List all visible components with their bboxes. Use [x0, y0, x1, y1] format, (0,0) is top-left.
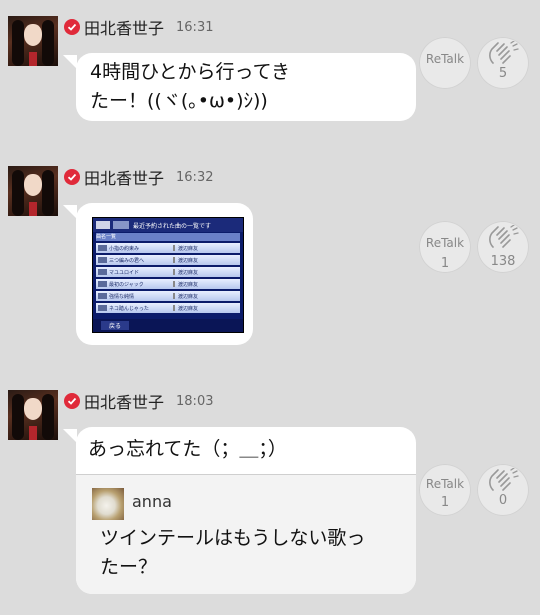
- image-list-header: 曲名一覧: [96, 233, 240, 241]
- list-item: 三つ編みの君へ 渡辺麻友: [96, 255, 240, 265]
- check-badge-icon: [64, 393, 80, 409]
- attached-image[interactable]: 最近予約された曲の一覧です 曲名一覧 小指の約束み 渡辺麻友 三つ編みの君へ 渡辺麻…: [92, 217, 244, 333]
- list-item: 小指の約束み 渡辺麻友: [96, 243, 240, 253]
- check-badge-icon: [64, 19, 80, 35]
- clap-button[interactable]: 0: [477, 464, 529, 516]
- clap-hands-icon: [489, 468, 519, 491]
- timestamp: 16:32: [176, 169, 214, 185]
- image-title-bar: 最近予約された曲の一覧です: [93, 218, 243, 232]
- quote-avatar[interactable]: [92, 488, 124, 520]
- author-name[interactable]: 田北香世子: [84, 389, 164, 413]
- clap-button[interactable]: 138: [477, 221, 529, 273]
- image-bubble[interactable]: 最近予約された曲の一覧です 曲名一覧 小指の約束み 渡辺麻友 三つ編みの君へ 渡辺麻…: [63, 203, 253, 345]
- quote-line: ツインテールはもうしない歌っ: [100, 527, 366, 549]
- quoted-post[interactable]: anna ツインテールはもうしない歌っ たー？: [76, 474, 416, 594]
- message-bubble[interactable]: あっ忘れてた（；＿；） anna ツインテールはもうしない歌っ たー？: [63, 427, 416, 594]
- author-name[interactable]: 田北香世子: [84, 15, 164, 39]
- clap-count: 5: [498, 66, 508, 81]
- retalk-label: ReTalk: [425, 52, 465, 66]
- post-header: 田北香世子 18:03: [64, 390, 213, 412]
- message-text: 4時間ひとから行ってき たー！((ヾ(｡•ω•)ｼ)): [90, 58, 290, 116]
- clap-hands-icon: [489, 225, 519, 248]
- retalk-count: 1: [440, 495, 450, 510]
- image-back-label: 戻る: [101, 321, 129, 330]
- retalk-button[interactable]: ReTalk 1: [419, 221, 471, 273]
- clap-count: 138: [490, 254, 516, 269]
- image-footer: 戻る: [93, 319, 243, 332]
- avatar[interactable]: [8, 390, 58, 440]
- retalk-button[interactable]: ReTalk 1: [419, 464, 471, 516]
- message-line: たー！((ヾ(｡•ω•)ｼ)): [90, 90, 268, 112]
- clap-hands-icon: [489, 41, 519, 64]
- quote-text: ツインテールはもうしない歌っ たー？: [100, 524, 400, 582]
- avatar[interactable]: [8, 16, 58, 66]
- list-item: ネコ踏んじゃった 渡辺麻友: [96, 303, 240, 313]
- image-title: 最近予約された曲の一覧です: [133, 222, 212, 230]
- quote-line: たー？: [100, 556, 158, 578]
- retalk-label: ReTalk: [425, 477, 465, 491]
- retalk-button[interactable]: ReTalk: [419, 37, 471, 89]
- list-item: 強情な純情 渡辺麻友: [96, 291, 240, 301]
- quote-author[interactable]: anna: [132, 492, 172, 511]
- retalk-count: 1: [440, 256, 450, 271]
- clap-button[interactable]: 5: [477, 37, 529, 89]
- check-badge-icon: [64, 169, 80, 185]
- message-line: 4時間ひとから行ってき: [90, 61, 290, 83]
- clap-count: 0: [498, 493, 508, 508]
- message-bubble[interactable]: 4時間ひとから行ってき たー！((ヾ(｡•ω•)ｼ)): [63, 53, 416, 121]
- post-header: 田北香世子 16:32: [64, 166, 213, 188]
- timestamp: 16:31: [176, 19, 214, 35]
- avatar[interactable]: [8, 166, 58, 216]
- list-item: マユユロイド 渡辺麻友: [96, 267, 240, 277]
- post-header: 田北香世子 16:31: [64, 16, 213, 38]
- list-item: 最初のジャック 渡辺麻友: [96, 279, 240, 289]
- retalk-label: ReTalk: [425, 236, 465, 250]
- message-text: あっ忘れてた（；＿；）: [88, 438, 287, 460]
- timestamp: 18:03: [176, 393, 214, 409]
- author-name[interactable]: 田北香世子: [84, 165, 164, 189]
